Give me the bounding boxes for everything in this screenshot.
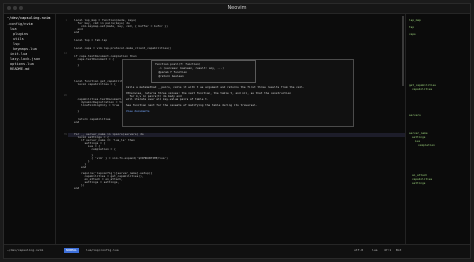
code-line: caps.textDocument = {	[74, 57, 115, 61]
outline-item[interactable]: capabilities	[412, 88, 432, 91]
status-encoding: utf-8	[354, 248, 364, 252]
code-line: completion = {	[74, 147, 116, 151]
editor-scrollbar[interactable]	[402, 16, 404, 86]
status-percent: Bot	[396, 248, 402, 252]
line-number: 1	[65, 19, 67, 22]
tree-item[interactable]: utils	[13, 37, 24, 41]
outline-item[interactable]: settings	[412, 182, 425, 185]
outline-item[interactable]: lsp_map	[409, 19, 421, 22]
outline-item[interactable]: servers	[409, 114, 421, 117]
tree-item[interactable]: .config/nvim	[7, 22, 33, 26]
view-documents-link[interactable]: View documents	[126, 110, 150, 113]
outline-item[interactable]: tsp	[409, 26, 414, 29]
code-line: lineFoldingOnly = true	[74, 103, 120, 107]
line-number: 39	[63, 133, 67, 136]
doc-line: will iterate over all key-value pairs of…	[126, 97, 209, 101]
tree-item[interactable]: lsp	[13, 42, 20, 46]
doc-line: Calls a metamethod __pairs, calls it wit…	[126, 85, 305, 89]
status-filename: lua/lsp/config.lua	[86, 248, 119, 252]
code-line: end	[74, 165, 87, 169]
tree-item[interactable]: lazy-lock.json	[10, 57, 40, 61]
mode-indicator: NORMAL	[64, 248, 79, 253]
code-line: local tsp = tsb.lsp	[74, 38, 108, 42]
code-line: end	[74, 186, 80, 190]
code-line: local caps = vim.lsp.protocol.make_clien…	[74, 46, 172, 50]
tree-item[interactable]: keymaps.lua	[13, 47, 37, 51]
title-bar: Neovim	[4, 4, 470, 14]
code-line: end	[74, 30, 80, 34]
status-position: 47:1	[384, 248, 392, 252]
signature-help-popup: function pcall(f: function) -> (success:…	[151, 60, 256, 83]
file-tree-root[interactable]: ~/dev/capsuling.nvim	[7, 16, 50, 20]
tree-item[interactable]: README.md	[10, 67, 29, 71]
code-line: end	[74, 120, 80, 124]
outline-item[interactable]: completion	[418, 144, 435, 147]
tree-item[interactable]: init.lua	[10, 52, 27, 56]
tree-item[interactable]: plugins	[13, 32, 28, 36]
code-line: vim.keymap.set(mode, key, cmd, { buffer …	[74, 24, 168, 28]
code-line: local capabilities = {	[74, 82, 116, 86]
code-editor[interactable]: local lsp_map = function(mode, keys) for…	[68, 14, 408, 244]
symbol-outline[interactable]: lsp_map tsp caps get_capabilities capabi…	[405, 14, 470, 244]
code-line: }	[74, 63, 80, 67]
window-title: Neovim	[227, 5, 247, 11]
line-number-gutter: 1 12 26 39	[56, 14, 68, 244]
status-bar: ~/dev/capsuling.nvim NORMAL lua/lsp/conf…	[4, 244, 470, 258]
signature-line: @return boolean	[155, 74, 184, 78]
outline-item[interactable]: caps	[409, 33, 416, 36]
line-number: 26	[63, 94, 67, 97]
tree-item[interactable]: options.lua	[10, 62, 34, 66]
line-number: 12	[63, 52, 67, 55]
tree-item[interactable]: lua	[10, 27, 17, 31]
status-root: ~/dev/capsuling.nvim	[7, 248, 44, 252]
doc-line: See function next for the caveats of mod…	[126, 103, 258, 107]
status-filetype: lua	[372, 248, 378, 252]
file-tree[interactable]: ~/dev/capsuling.nvim .config/nvim lua pl…	[4, 14, 56, 244]
editor-window: Neovim ~/dev/capsuling.nvim .config/nvim…	[3, 3, 471, 259]
code-line: }	[74, 109, 80, 113]
code-line: return capabilities	[74, 117, 111, 121]
